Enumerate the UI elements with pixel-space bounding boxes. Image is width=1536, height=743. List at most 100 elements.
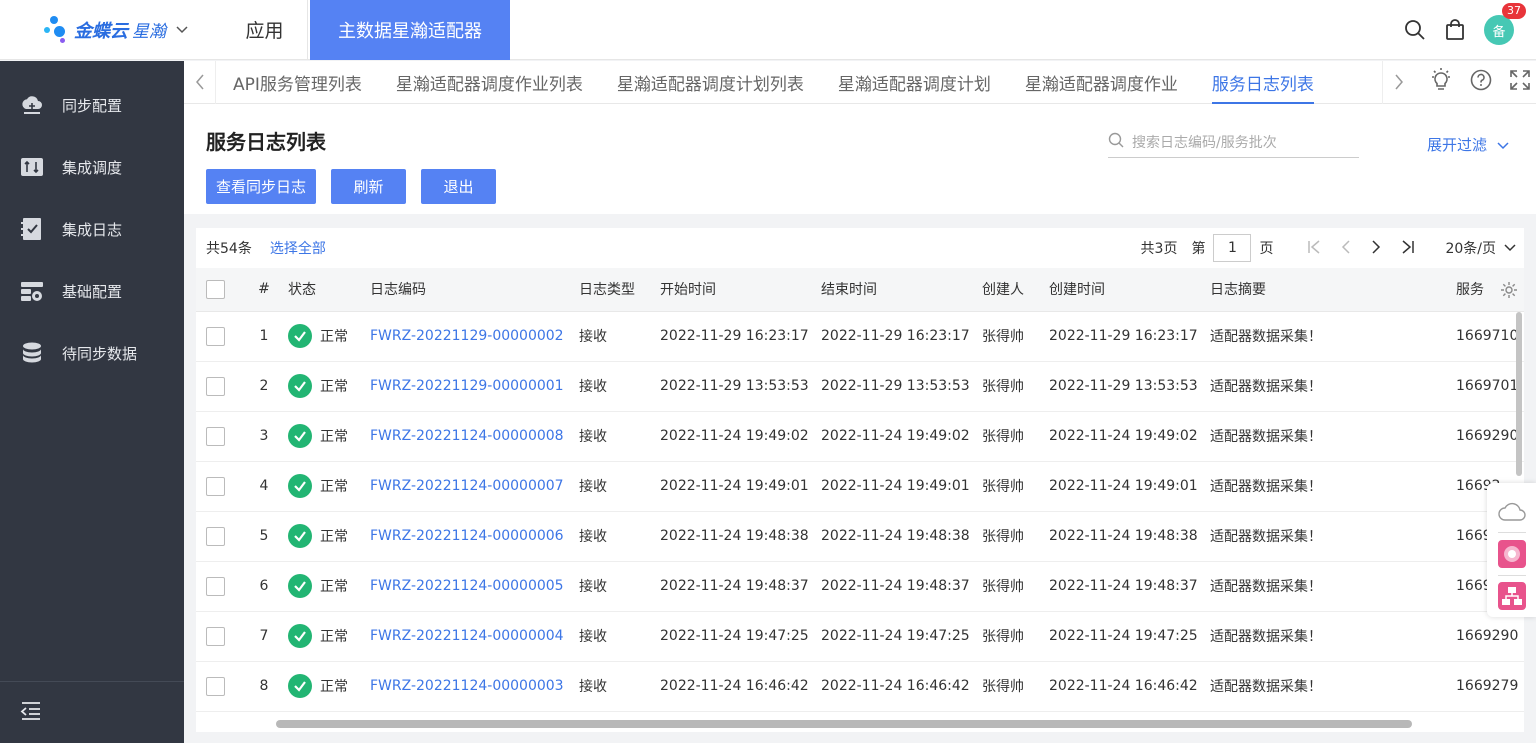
table-row[interactable]: 4 正常 FWRZ-20221124-00000007 接收 2022-11-24 19…: [196, 461, 1524, 512]
log-type: 接收: [579, 661, 660, 712]
select-all-checkbox[interactable]: [206, 279, 225, 299]
shopping-bag-icon[interactable]: [1444, 19, 1466, 41]
table-row[interactable]: 3 正常 FWRZ-20221124-00000008 接收 2022-11-24 19…: [196, 411, 1524, 462]
column-header[interactable]: 日志类型: [579, 268, 660, 312]
log-code-link[interactable]: FWRZ-20221124-00000003: [370, 661, 579, 712]
tab-service-log-list[interactable]: 服务日志列表: [1195, 61, 1331, 104]
tab-adapter-job-list[interactable]: 星瀚适配器调度作业列表: [379, 61, 600, 104]
log-code-link[interactable]: FWRZ-20221129-00000002: [370, 311, 579, 362]
page-number-input[interactable]: 1: [1213, 234, 1252, 262]
row-checkbox[interactable]: [206, 576, 225, 596]
horizontal-scrollbar[interactable]: [276, 720, 1412, 728]
last-page-icon[interactable]: [1401, 239, 1415, 258]
column-header[interactable]: 日志摘要: [1210, 268, 1456, 312]
chevron-down-icon: [1497, 136, 1509, 154]
log-code-link[interactable]: FWRZ-20221129-00000001: [370, 361, 579, 412]
vertical-scrollbar[interactable]: [1516, 312, 1522, 476]
column-header[interactable]: 创建人: [982, 268, 1049, 312]
prev-page-icon[interactable]: [1341, 239, 1351, 258]
refresh-button[interactable]: 刷新: [331, 169, 406, 204]
tab-adapter-job[interactable]: 星瀚适配器调度作业: [1008, 61, 1195, 104]
search-icon[interactable]: [1404, 19, 1426, 41]
view-sync-log-button[interactable]: 查看同步日志: [206, 169, 316, 204]
column-header[interactable]: 日志编码: [370, 268, 579, 312]
row-checkbox[interactable]: [206, 376, 225, 396]
row-checkbox-cell: [196, 361, 240, 412]
row-checkbox-cell: [196, 311, 240, 362]
column-header[interactable]: 创建时间: [1049, 268, 1210, 312]
assistant-icon[interactable]: [1487, 533, 1536, 574]
cloud-icon[interactable]: [1487, 491, 1536, 532]
row-checkbox[interactable]: [206, 426, 225, 446]
table-row[interactable]: 7 正常 FWRZ-20221124-00000004 接收 2022-11-24 19…: [196, 611, 1524, 662]
row-number: 1: [240, 311, 288, 362]
row-checkbox[interactable]: [206, 326, 225, 346]
help-icon[interactable]: [1470, 69, 1492, 95]
table-row[interactable]: 1 正常 FWRZ-20221129-00000002 接收 2022-11-29 16…: [196, 311, 1524, 362]
sidebar-item-label: 基础配置: [62, 282, 123, 301]
chevron-down-icon[interactable]: [176, 23, 188, 37]
column-header[interactable]: 结束时间: [821, 268, 982, 312]
first-page-icon[interactable]: [1307, 239, 1321, 258]
exit-button[interactable]: 退出: [421, 169, 496, 204]
search-input[interactable]: 搜索日志编码/服务批次: [1108, 126, 1359, 158]
app-logo[interactable]: 金蝶云 星瀚: [0, 0, 222, 60]
status-cell: 正常: [288, 511, 370, 562]
tab-api-service-list[interactable]: API服务管理列表: [216, 61, 379, 104]
log-table-card: 共54条 选择全部 共3页 第 1 页 20条/页 # 状态 日志编码 日志类型…: [196, 228, 1524, 732]
active-app-tab[interactable]: 主数据星瀚适配器: [310, 0, 510, 60]
tab-adapter-plan-list[interactable]: 星瀚适配器调度计划列表: [600, 61, 821, 104]
status-text: 正常: [320, 429, 348, 445]
log-code-link[interactable]: FWRZ-20221124-00000007: [370, 461, 579, 512]
creator: 张得帅: [982, 561, 1049, 612]
column-header[interactable]: 开始时间: [660, 268, 821, 312]
log-code-link[interactable]: FWRZ-20221124-00000005: [370, 561, 579, 612]
table-row[interactable]: 6 正常 FWRZ-20221124-00000005 接收 2022-11-24 19…: [196, 561, 1524, 612]
status-text: 正常: [320, 479, 348, 495]
database-icon: [20, 341, 44, 365]
table-row[interactable]: 2 正常 FWRZ-20221129-00000001 接收 2022-11-29 13…: [196, 361, 1524, 412]
row-checkbox[interactable]: [206, 676, 225, 696]
row-checkbox[interactable]: [206, 476, 225, 496]
sidebar-item-sync-config[interactable]: 同步配置: [0, 74, 184, 136]
tab-scroll-left-icon[interactable]: [184, 60, 216, 104]
service-batch: 1669290: [1456, 611, 1524, 662]
collapse-sidebar-button[interactable]: [0, 681, 184, 743]
fullscreen-icon[interactable]: [1510, 70, 1530, 94]
lightbulb-icon[interactable]: [1430, 68, 1452, 96]
next-page-icon[interactable]: [1371, 239, 1381, 258]
sidebar: 同步配置 集成调度 集成日志 基础配置 待同步数据: [0, 61, 184, 743]
row-number: 7: [240, 611, 288, 662]
expand-filter-button[interactable]: 展开过滤: [1427, 134, 1509, 155]
log-code-link[interactable]: FWRZ-20221124-00000008: [370, 411, 579, 462]
table-row[interactable]: 8 正常 FWRZ-20221124-00000003 接收 2022-11-24 16…: [196, 661, 1524, 712]
column-header[interactable]: 状态: [288, 268, 370, 312]
row-checkbox[interactable]: [206, 626, 225, 646]
page-title: 服务日志列表: [206, 130, 326, 154]
start-time: 2022-11-24 16:46:42: [660, 661, 821, 712]
org-chart-icon[interactable]: [1487, 576, 1536, 617]
select-all-link[interactable]: 选择全部: [270, 238, 326, 258]
tab-scroll-right-icon[interactable]: [1382, 60, 1414, 104]
sidebar-item-base-config[interactable]: 基础配置: [0, 260, 184, 322]
log-code-link[interactable]: FWRZ-20221124-00000006: [370, 511, 579, 562]
log-type: 接收: [579, 411, 660, 462]
tab-adapter-plan[interactable]: 星瀚适配器调度计划: [821, 61, 1008, 104]
log-code-link[interactable]: FWRZ-20221124-00000004: [370, 611, 579, 662]
app-menu-button[interactable]: 应用: [222, 0, 308, 60]
start-time: 2022-11-24 19:49:01: [660, 461, 821, 512]
page-size-select[interactable]: 20条/页: [1445, 238, 1516, 258]
avatar[interactable]: 备 37: [1484, 3, 1526, 45]
config-icon: [20, 279, 44, 303]
created-time: 2022-11-24 19:49:02: [1049, 411, 1210, 462]
log-type: 接收: [579, 511, 660, 562]
sidebar-item-integration-log[interactable]: 集成日志: [0, 198, 184, 260]
tab-label: 星瀚适配器调度作业列表: [395, 74, 583, 95]
row-checkbox[interactable]: [206, 526, 225, 546]
table-row[interactable]: 5 正常 FWRZ-20221124-00000006 接收 2022-11-24 19…: [196, 511, 1524, 562]
creator: 张得帅: [982, 411, 1049, 462]
column-settings-icon[interactable]: [1494, 278, 1524, 302]
status-text: 正常: [320, 529, 348, 545]
sidebar-item-integration-schedule[interactable]: 集成调度: [0, 136, 184, 198]
sidebar-item-pending-data[interactable]: 待同步数据: [0, 322, 184, 384]
